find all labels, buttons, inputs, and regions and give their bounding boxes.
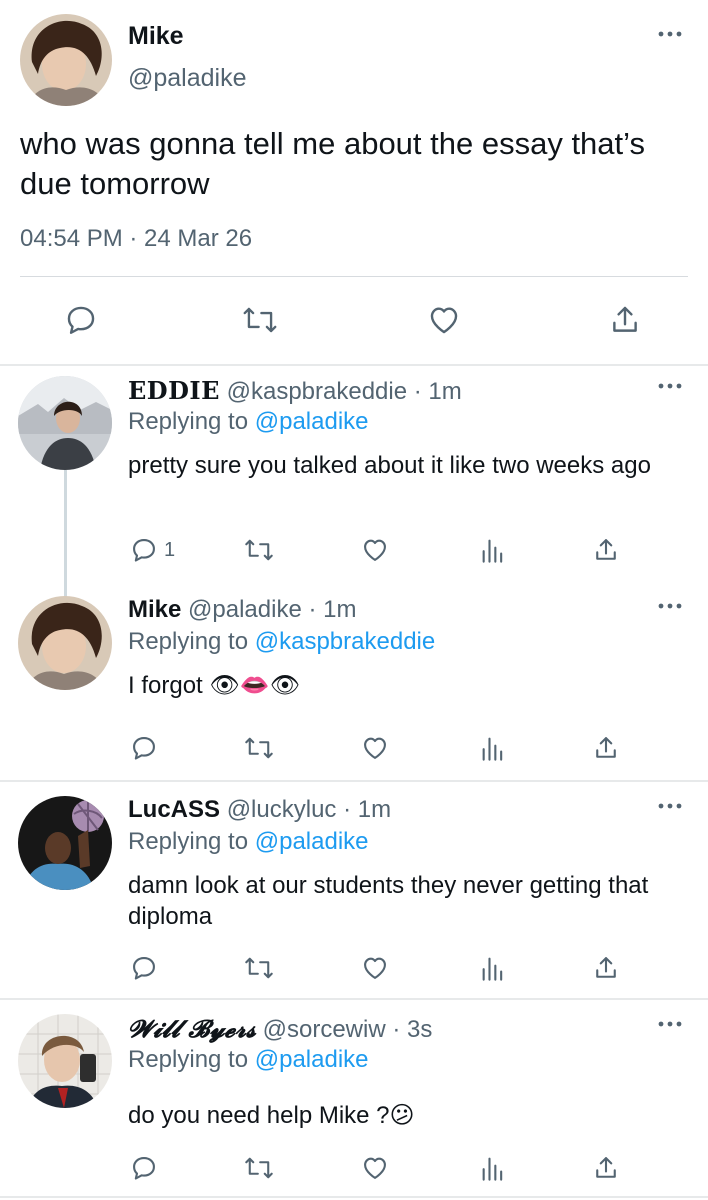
divider [0,998,708,1000]
retweet-icon[interactable] [244,1154,274,1182]
reply-text: pretty sure you talked about it like two… [128,452,651,479]
replying-to: Replying to @paladike [128,828,369,856]
author-name[interactable]: Mike [128,22,184,51]
avatar[interactable] [20,14,112,106]
more-options-icon[interactable] [658,382,682,390]
tweet-text: who was gonna tell me about the essay th… [20,126,645,201]
replying-to-handle[interactable]: @paladike [255,828,369,855]
share-icon[interactable] [592,1154,620,1182]
more-options-icon[interactable] [658,30,682,38]
reply-header: EDDIE @kaspbrakeddie · 1m [128,376,462,406]
retweet-icon[interactable] [244,954,274,982]
like-icon[interactable] [360,734,390,762]
divider [0,780,708,782]
retweet-icon[interactable] [242,303,278,337]
like-icon[interactable] [360,1154,390,1182]
more-options-icon[interactable] [658,802,682,810]
retweet-icon[interactable] [244,536,274,564]
analytics-icon[interactable] [480,954,506,982]
main-tweet: Mike @paladike who was gonna tell me abo… [0,0,708,364]
reply-header: Mike @paladike · 1m [128,596,356,624]
user-handle[interactable]: @paladike [188,596,302,623]
retweet-icon[interactable] [244,734,274,762]
replying-to-handle[interactable]: @paladike [255,1046,369,1073]
reply-icon[interactable] [64,303,98,337]
like-icon[interactable] [360,536,390,564]
reply-icon[interactable] [130,536,158,564]
replying-prefix: Replying to [128,1046,249,1073]
display-name[interactable]: LucASS [128,796,220,823]
reply-tweet[interactable]: Mike @paladike · 1m Replying to @kaspbra… [0,596,708,772]
avatar[interactable] [18,596,112,690]
share-icon[interactable] [592,536,620,564]
reply-icon[interactable] [130,1154,158,1182]
replying-to: Replying to @paladike [128,408,369,436]
replying-to: Replying to @kaspbrakeddie [128,628,435,656]
reply-tweet[interactable]: EDDIE @kaspbrakeddie · 1m Replying to @p… [0,376,708,572]
reply-header: 𝓦𝓲𝓵𝓵 𝓑𝔂𝓮𝓻𝓼 @sorcewiw · 3s [128,1014,432,1044]
user-handle[interactable]: @sorcewiw [263,1016,386,1043]
display-name[interactable]: EDDIE [128,376,220,405]
share-icon[interactable] [608,303,642,337]
share-icon[interactable] [592,734,620,762]
replying-to-handle[interactable]: @paladike [255,408,369,435]
display-name[interactable]: Mike [128,596,181,623]
reply-text: do you need help Mike ?😕 [128,1102,415,1129]
avatar[interactable] [18,1014,112,1108]
replying-to: Replying to @paladike [128,1046,369,1074]
like-icon[interactable] [426,303,462,337]
user-handle[interactable]: @kaspbrakeddie [227,378,407,405]
display-name[interactable]: 𝓦𝓲𝓵𝓵 𝓑𝔂𝓮𝓻𝓼 [128,1014,256,1043]
like-icon[interactable] [360,954,390,982]
reply-icon[interactable] [130,954,158,982]
reply-text: damn look at our students they never get… [128,872,649,930]
analytics-icon[interactable] [480,536,506,564]
tweet-timestamp[interactable]: 04:54 PM · 24 Mar 26 [20,225,252,253]
share-icon[interactable] [592,954,620,982]
author-handle[interactable]: @paladike [128,64,247,93]
divider [0,1196,708,1198]
reply-header: LucASS @luckyluc · 1m [128,796,391,824]
replying-to-handle[interactable]: @kaspbrakeddie [255,628,435,655]
user-handle[interactable]: @luckyluc [227,796,337,823]
reply-tweet[interactable]: 𝓦𝓲𝓵𝓵 𝓑𝔂𝓮𝓻𝓼 @sorcewiw · 3s Replying to @p… [0,1014,708,1192]
analytics-icon[interactable] [480,1154,506,1182]
replying-prefix: Replying to [128,628,249,655]
more-options-icon[interactable] [658,1020,682,1028]
reply-time: · 3s [392,1016,433,1043]
reply-icon[interactable] [130,734,158,762]
reply-tweet[interactable]: LucASS @luckyluc · 1m Replying to @palad… [0,796,708,988]
avatar[interactable] [18,376,112,470]
divider [20,276,688,277]
reply-time: · 1m [413,378,462,405]
avatar[interactable] [18,796,112,890]
analytics-icon[interactable] [480,734,506,762]
replying-prefix: Replying to [128,408,249,435]
divider [0,364,708,366]
reply-count: 1 [164,539,176,561]
reply-text: I forgot 👁👄👁 [128,672,301,699]
more-options-icon[interactable] [658,602,682,610]
replying-prefix: Replying to [128,828,249,855]
reply-time: · 1m [308,596,357,623]
reply-time: · 1m [343,796,392,823]
